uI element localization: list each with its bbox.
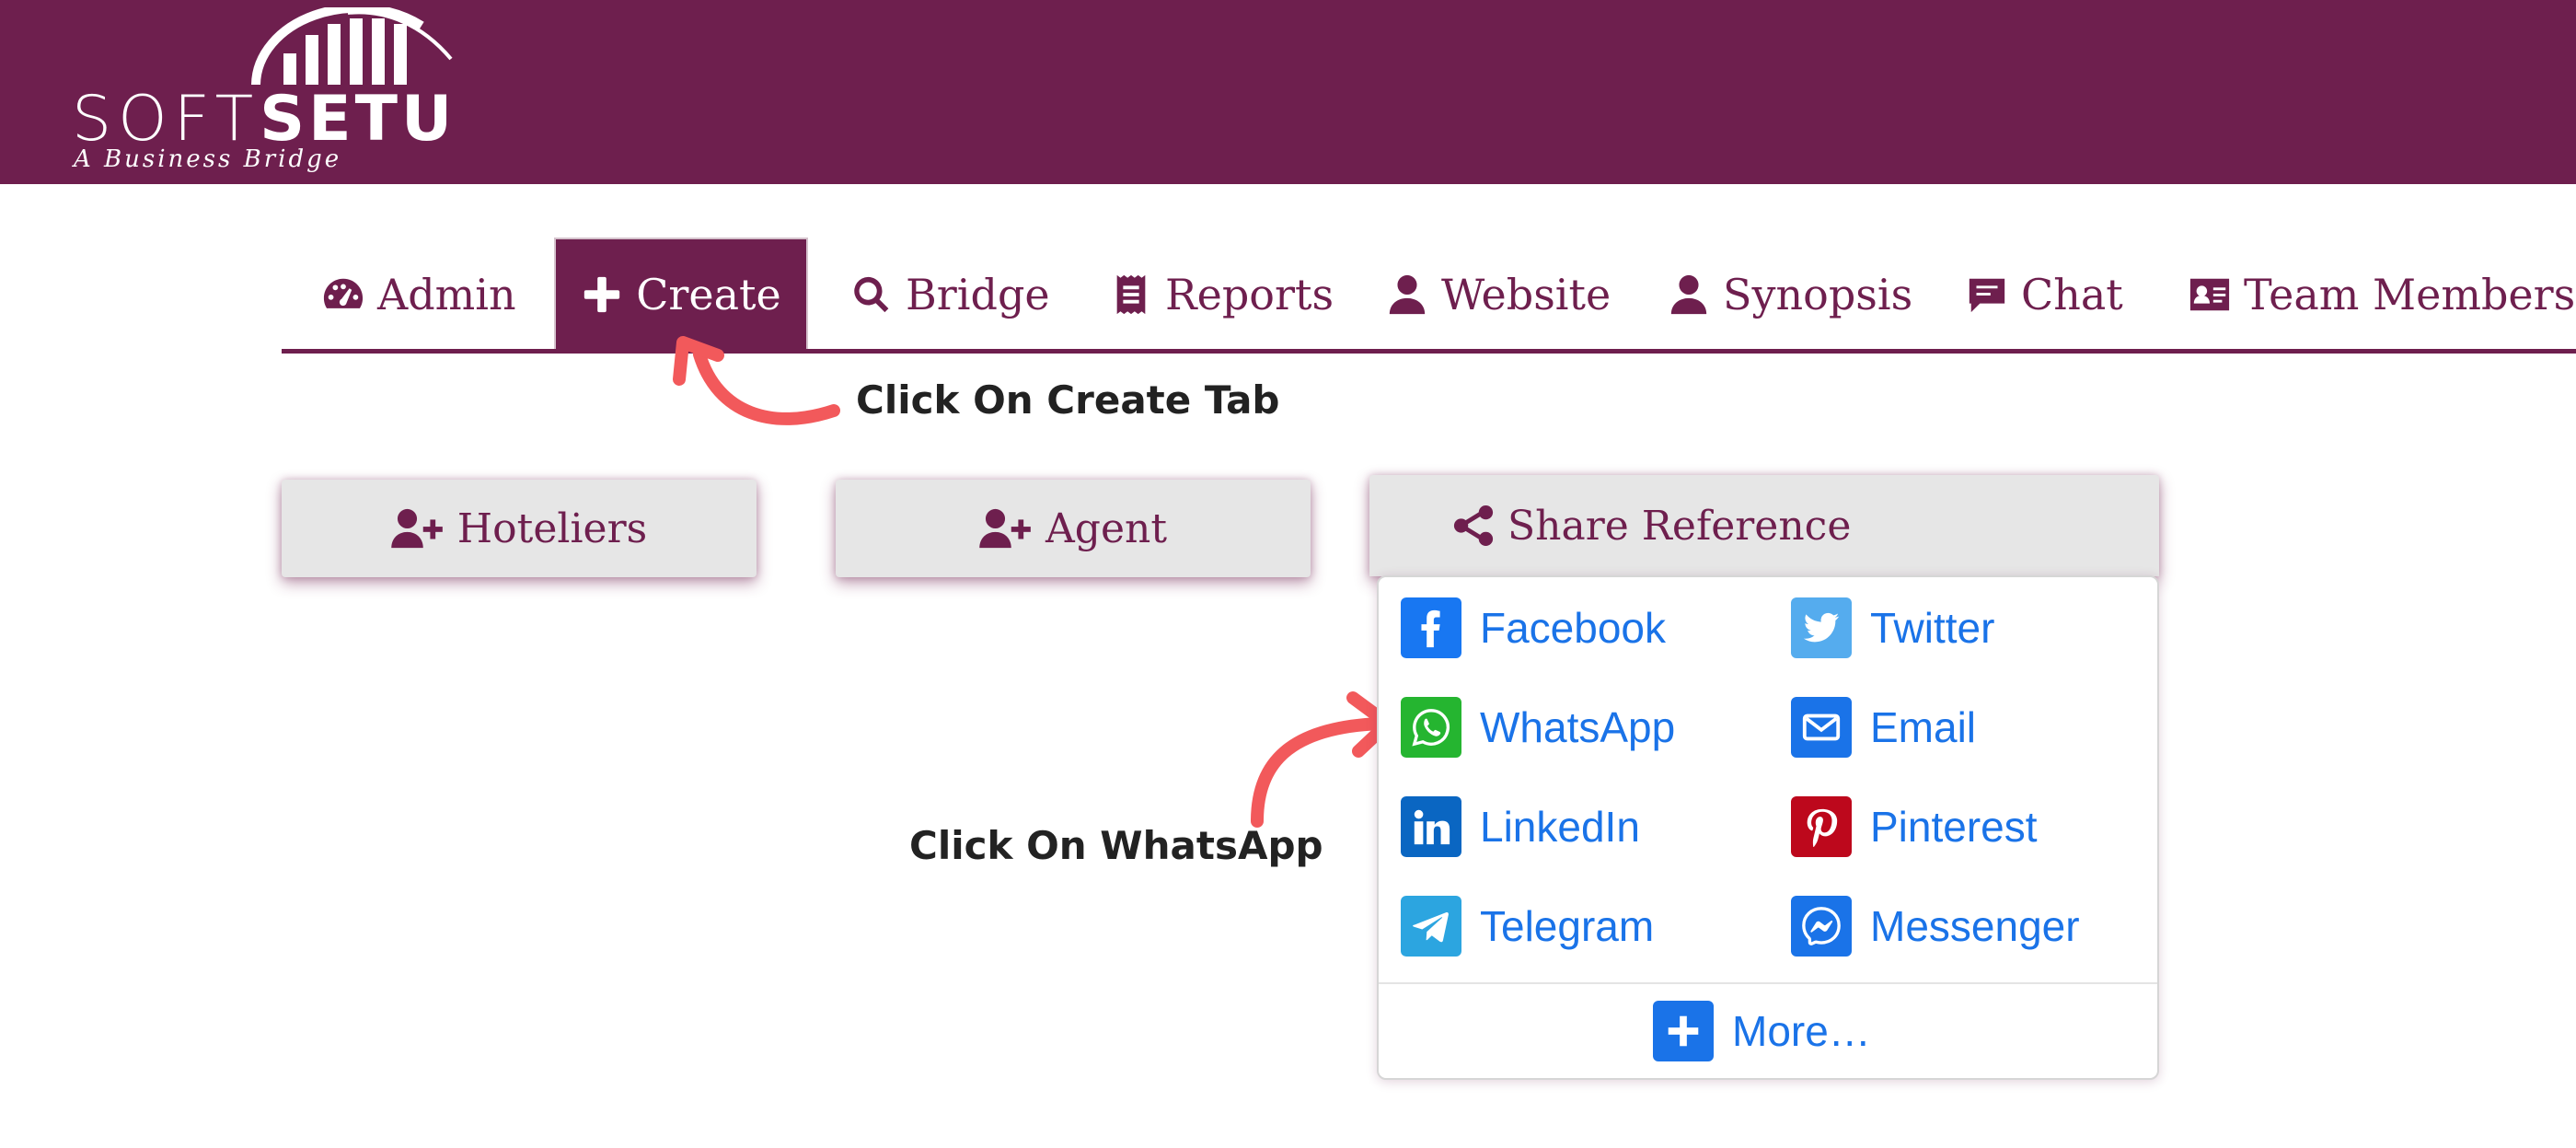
- share-icon: [1453, 504, 1494, 547]
- tab-bridge[interactable]: Bridge: [850, 238, 1050, 352]
- share-email[interactable]: Email: [1791, 697, 1976, 758]
- nav-underline: [282, 349, 2576, 354]
- plus-icon: [1653, 1001, 1714, 1061]
- twitter-icon: [1791, 597, 1852, 658]
- telegram-label: Telegram: [1480, 902, 1655, 950]
- pinterest-icon: [1791, 796, 1852, 857]
- linkedin-label: LinkedIn: [1480, 803, 1640, 851]
- share-pinterest[interactable]: Pinterest: [1791, 796, 2038, 857]
- tab-create-label: Create: [636, 270, 781, 319]
- email-icon: [1791, 697, 1852, 758]
- id-card-icon: [2189, 278, 2230, 311]
- facebook-label: Facebook: [1480, 604, 1667, 652]
- more-label: More…: [1732, 1007, 1871, 1055]
- whatsapp-icon: [1401, 697, 1461, 758]
- tab-website-label: Website: [1441, 270, 1611, 319]
- tab-reports[interactable]: Reports: [1110, 238, 1334, 352]
- user-icon: [1389, 274, 1426, 315]
- user-plus-icon: [391, 508, 443, 549]
- annotation-whatsapp: Click On WhatsApp: [909, 823, 1323, 868]
- bridge-arch-icon: [251, 7, 453, 85]
- pinterest-label: Pinterest: [1870, 803, 2038, 851]
- softsetu-logo[interactable]: SOFTSETU A Business Bridge: [72, 7, 458, 180]
- tab-synopsis-label: Synopsis: [1723, 270, 1913, 319]
- search-icon: [854, 276, 889, 313]
- dashboard-icon: [323, 278, 364, 308]
- add-agent-button[interactable]: Agent: [836, 480, 1311, 577]
- share-linkedin[interactable]: LinkedIn: [1401, 796, 1640, 857]
- user-icon: [1670, 274, 1707, 315]
- share-twitter[interactable]: Twitter: [1791, 597, 1994, 658]
- main-nav: Admin Create Bridge Reports Website Syno…: [282, 238, 2576, 354]
- tab-website[interactable]: Website: [1386, 238, 1611, 352]
- logo-tagline: A Business Bridge: [74, 145, 342, 173]
- share-telegram[interactable]: Telegram: [1401, 896, 1654, 957]
- receipt-icon: [1116, 274, 1146, 315]
- share-reference-button[interactable]: Share Reference: [1369, 475, 2159, 576]
- tab-create[interactable]: Create: [554, 238, 808, 352]
- tab-reports-label: Reports: [1165, 270, 1334, 319]
- twitter-label: Twitter: [1870, 604, 1995, 652]
- plus-icon: [584, 276, 620, 313]
- create-arrow-curve: [693, 348, 840, 425]
- annotation-create-tab: Click On Create Tab: [856, 377, 1280, 423]
- tab-admin[interactable]: Admin: [322, 238, 516, 352]
- messenger-label: Messenger: [1870, 902, 2080, 950]
- hoteliers-label: Hoteliers: [456, 504, 648, 552]
- share-more[interactable]: More…: [1653, 1001, 1871, 1061]
- chat-icon: [1969, 278, 2005, 313]
- whatsapp-label: WhatsApp: [1480, 703, 1676, 751]
- user-plus-icon: [979, 508, 1031, 549]
- facebook-icon: [1401, 597, 1461, 658]
- tab-team-members[interactable]: Team Members: [2189, 238, 2575, 352]
- email-label: Email: [1870, 703, 1977, 751]
- agent-label: Agent: [1045, 504, 1167, 552]
- share-messenger[interactable]: Messenger: [1791, 896, 2080, 957]
- tab-bridge-label: Bridge: [906, 270, 1050, 319]
- tab-team-members-label: Team Members: [2244, 270, 2576, 319]
- telegram-icon: [1401, 896, 1461, 957]
- add-hoteliers-button[interactable]: Hoteliers: [282, 480, 757, 577]
- tab-admin-label: Admin: [377, 270, 516, 319]
- share-whatsapp[interactable]: WhatsApp: [1401, 697, 1675, 758]
- tab-chat[interactable]: Chat: [1966, 238, 2123, 352]
- share-dropdown: Facebook Twitter WhatsApp Email LinkedIn…: [1377, 575, 2159, 1080]
- share-facebook[interactable]: Facebook: [1401, 597, 1666, 658]
- whatsapp-arrow-curve: [1251, 717, 1387, 828]
- linkedin-icon: [1401, 796, 1461, 857]
- share-reference-label: Share Reference: [1507, 502, 1852, 550]
- messenger-icon: [1791, 896, 1852, 957]
- dropdown-divider: [1379, 982, 2157, 984]
- tab-chat-label: Chat: [2021, 270, 2123, 319]
- tab-synopsis[interactable]: Synopsis: [1668, 238, 1912, 352]
